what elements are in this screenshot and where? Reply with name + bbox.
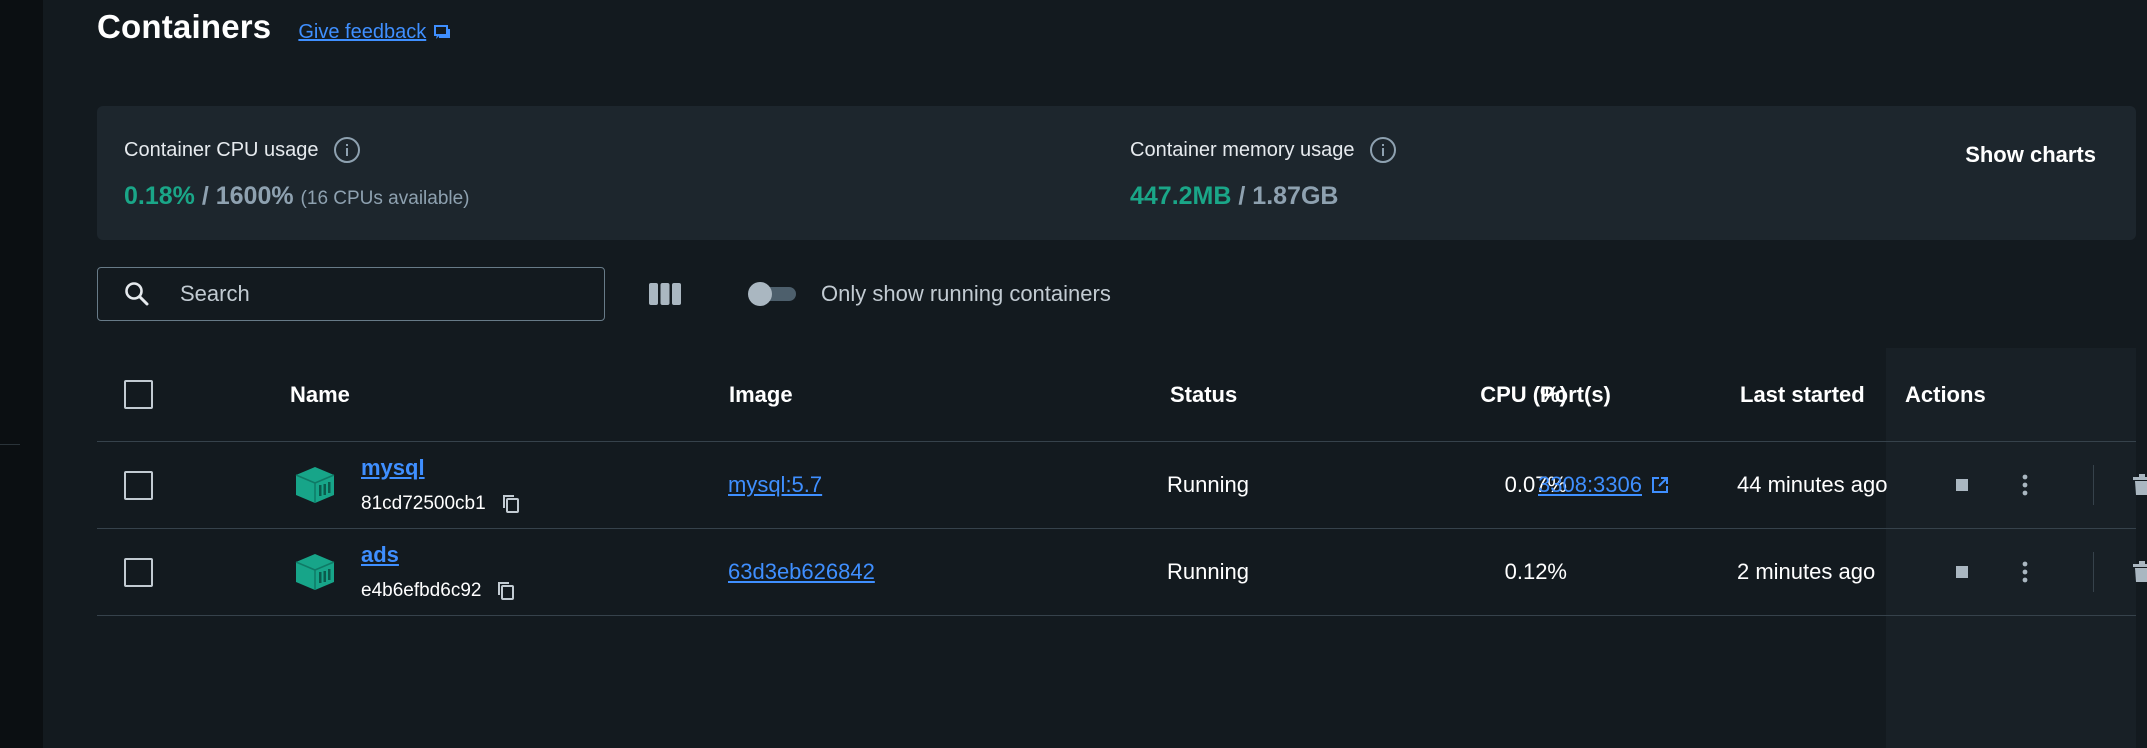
trash-icon xyxy=(2133,474,2147,495)
status-cell: Running xyxy=(1167,472,1249,497)
info-icon[interactable] xyxy=(333,136,361,164)
cpu-note: (16 CPUs available) xyxy=(300,188,470,209)
stop-button[interactable] xyxy=(1954,442,1970,528)
row-checkbox[interactable] xyxy=(124,557,153,587)
header-ports[interactable]: Port(s) xyxy=(1540,348,1611,441)
cpu-separator: / xyxy=(194,182,216,210)
header-actions: Actions xyxy=(1905,381,1986,407)
info-icon[interactable] xyxy=(1369,136,1397,164)
copy-icon[interactable] xyxy=(502,494,520,514)
header-name[interactable]: Name xyxy=(290,348,350,441)
table-header-row: Name Image Status CPU (%) Port(s) Last s… xyxy=(97,348,2136,442)
container-icon xyxy=(295,467,335,503)
actions-separator xyxy=(2093,529,2094,615)
feedback-icon xyxy=(434,24,451,39)
running-only-toggle[interactable] xyxy=(748,282,796,306)
container-id: e4b6efbd6c92 xyxy=(361,580,515,602)
trash-icon xyxy=(2133,561,2147,582)
container-id: 81cd72500cb1 xyxy=(361,493,520,515)
more-actions-button[interactable] xyxy=(2022,442,2028,528)
row-checkbox-cell xyxy=(124,529,153,615)
page-title: Containers xyxy=(97,8,272,45)
container-name-cell: ads e4b6efbd6c92 xyxy=(290,529,515,615)
last-started-cell: 44 minutes ago xyxy=(1737,472,1888,497)
cpu-used: 0.18% xyxy=(124,182,195,210)
container-id-text: e4b6efbd6c92 xyxy=(361,580,482,601)
header-image[interactable]: Image xyxy=(729,348,793,441)
show-charts-button[interactable]: Show charts xyxy=(1965,142,2096,168)
table-row[interactable]: ads e4b6efbd6c92 63d3eb626842 Running 0.… xyxy=(97,529,2147,616)
left-sidebar-strip xyxy=(0,0,43,748)
usage-panel: Container CPU usage 0.18% / 1600% (16 CP… xyxy=(97,106,2136,240)
copy-icon[interactable] xyxy=(497,581,515,601)
cpu-usage: Container CPU usage 0.18% / 1600% (16 CP… xyxy=(124,136,470,211)
sidebar-divider xyxy=(0,444,20,445)
separator-line xyxy=(2093,552,2094,592)
stop-icon xyxy=(1956,479,1968,491)
ports-cell: 3308:3306 xyxy=(1538,442,1669,528)
row-checkbox-cell xyxy=(124,442,153,528)
cpu-cell: 0.12% xyxy=(1504,559,1567,584)
memory-used: 447.2MB xyxy=(1130,182,1232,210)
last-started-cell: 2 minutes ago xyxy=(1737,559,1876,584)
port-link[interactable]: 3308:3306 xyxy=(1538,472,1669,498)
give-feedback-link[interactable]: Give feedback xyxy=(298,21,452,44)
search-box[interactable] xyxy=(97,267,605,321)
containers-table: Name Image Status CPU (%) Port(s) Last s… xyxy=(97,348,2147,616)
container-id-text: 81cd72500cb1 xyxy=(361,493,486,514)
actions-separator xyxy=(2093,442,2094,528)
delete-button[interactable] xyxy=(2133,529,2147,615)
header-status[interactable]: Status xyxy=(1170,348,1237,441)
port-link-text: 3308:3306 xyxy=(1538,472,1642,497)
columns-icon[interactable] xyxy=(648,282,682,306)
kebab-menu-icon xyxy=(2022,561,2028,583)
container-name-wrap: ads e4b6efbd6c92 xyxy=(361,542,515,602)
cpu-usage-values: 0.18% / 1600% (16 CPUs available) xyxy=(124,182,470,211)
delete-button[interactable] xyxy=(2133,442,2147,528)
select-all-checkbox[interactable] xyxy=(124,380,153,409)
memory-separator: / xyxy=(1231,182,1253,210)
search-icon xyxy=(125,282,149,306)
row-checkbox[interactable] xyxy=(124,470,153,500)
header-cpu[interactable]: CPU (%) xyxy=(1377,348,1567,441)
memory-usage-label-row: Container memory usage xyxy=(1130,136,1397,164)
container-name-cell: mysql 81cd72500cb1 xyxy=(290,442,520,528)
header-checkbox-cell xyxy=(124,348,153,441)
stop-icon xyxy=(1956,566,1968,578)
image-link[interactable]: 63d3eb626842 xyxy=(728,559,875,585)
container-icon xyxy=(295,554,335,590)
search-input[interactable] xyxy=(180,281,560,307)
table-row[interactable]: mysql 81cd72500cb1 mysql:5.7 Running 0.0… xyxy=(97,442,2147,529)
cpu-usage-label: Container CPU usage xyxy=(124,138,319,161)
running-only-label: Only show running containers xyxy=(821,281,1111,306)
container-name-link[interactable]: ads xyxy=(361,542,515,568)
status-cell: Running xyxy=(1167,559,1249,584)
memory-total: 1.87GB xyxy=(1252,182,1339,210)
stop-button[interactable] xyxy=(1954,529,1970,615)
cpu-usage-label-row: Container CPU usage xyxy=(124,136,470,164)
more-actions-button[interactable] xyxy=(2022,529,2028,615)
external-link-icon xyxy=(1652,477,1668,493)
cpu-total: 1600% xyxy=(215,182,294,210)
give-feedback-label: Give feedback xyxy=(298,21,427,43)
image-link[interactable]: mysql:5.7 xyxy=(728,472,822,498)
separator-line xyxy=(2093,465,2094,505)
title-row: Containers Give feedback xyxy=(97,8,452,46)
image-cell: mysql:5.7 xyxy=(728,442,822,528)
container-name-link[interactable]: mysql xyxy=(361,455,520,481)
main-content: Containers Give feedback Container CPU u… xyxy=(43,0,2147,748)
memory-usage-label: Container memory usage xyxy=(1130,138,1355,161)
memory-usage-values: 447.2MB / 1.87GB xyxy=(1130,182,1397,211)
kebab-menu-icon xyxy=(2022,474,2028,496)
header-last-started[interactable]: Last started xyxy=(1740,348,1865,441)
memory-usage: Container memory usage 447.2MB / 1.87GB xyxy=(1130,136,1397,211)
image-cell: 63d3eb626842 xyxy=(728,529,875,615)
toggle-knob xyxy=(748,282,772,306)
toolbar: Only show running containers xyxy=(97,267,1297,321)
container-name-wrap: mysql 81cd72500cb1 xyxy=(361,455,520,515)
